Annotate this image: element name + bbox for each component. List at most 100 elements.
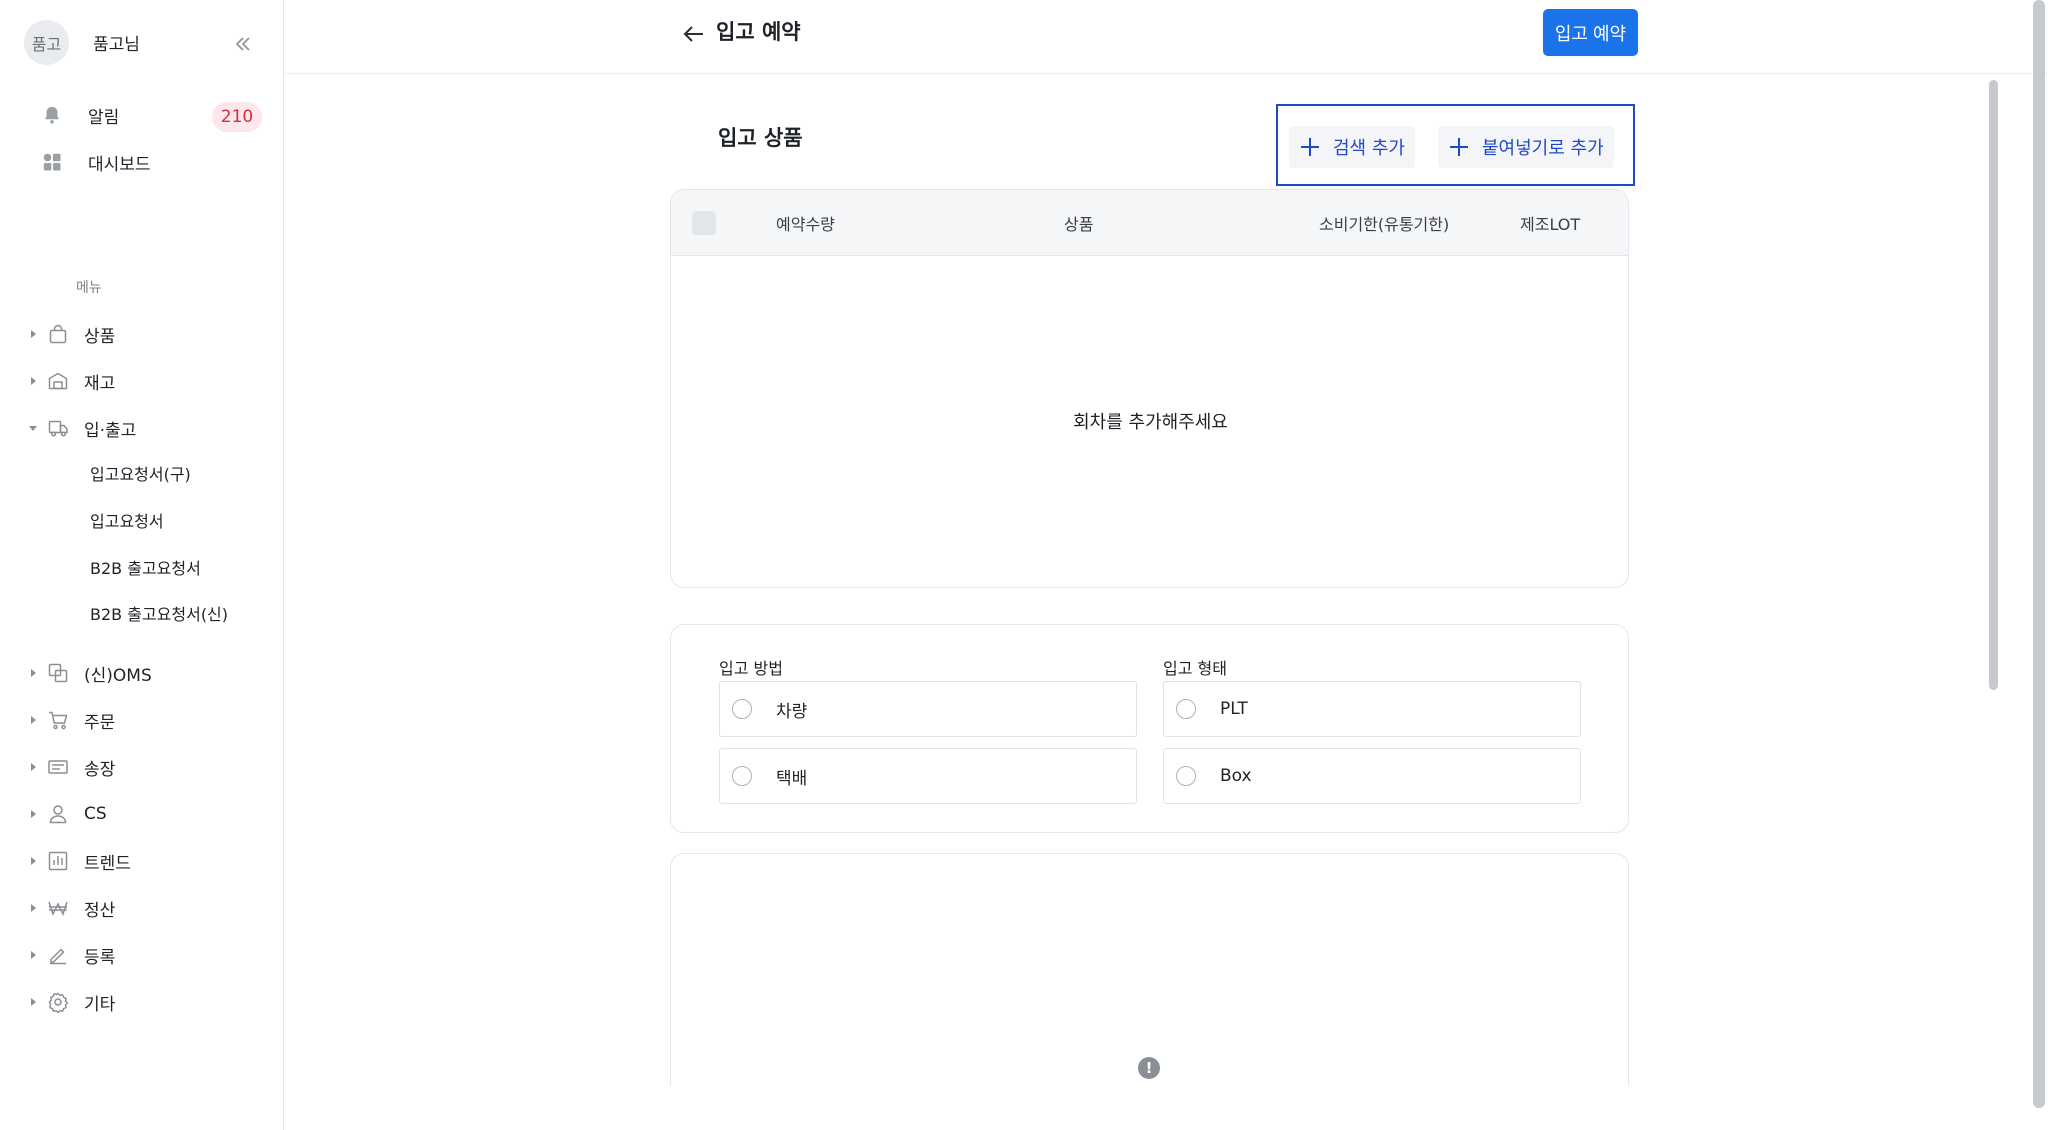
person-icon: [44, 800, 72, 828]
window-scrollbar[interactable]: [2033, 0, 2045, 1108]
method-option-vehicle[interactable]: 차량: [719, 681, 1137, 737]
type-option-plt[interactable]: PLT: [1163, 681, 1581, 737]
sidebar-item-products[interactable]: 상품: [26, 319, 115, 349]
sidebar-item-label: 알림: [88, 107, 120, 128]
sidebar-item-register[interactable]: 등록: [26, 940, 115, 970]
search-add-button[interactable]: 검색 추가: [1289, 126, 1415, 168]
empty-state-message: 회차를 추가해주세요: [1073, 412, 1228, 433]
sidebar-item-label: 대시보드: [88, 154, 151, 175]
content-scrollbar[interactable]: [1989, 80, 1998, 690]
plus-icon: [1301, 138, 1319, 156]
column-header-product: 상품: [1064, 215, 1094, 234]
caret-right-icon: [26, 807, 40, 821]
sidebar-item-orders[interactable]: 주문: [26, 705, 115, 735]
search-add-label: 검색 추가: [1333, 138, 1405, 159]
back-arrow-icon[interactable]: [680, 20, 708, 48]
sidebar-item-invoice[interactable]: 송장: [26, 752, 115, 782]
app-root: 품고 품고님 알림 210 대시보드 메뉴 상품 재고 입·출고 입고요청서(구…: [0, 0, 2048, 1130]
won-icon: [44, 894, 72, 922]
sidebar-item-label: 기타: [84, 994, 116, 1015]
method-option-parcel[interactable]: 택배: [719, 748, 1137, 804]
caret-right-icon: [26, 374, 40, 388]
table-header: 예약수량 상품 소비기한(유통기한) 제조LOT: [671, 190, 1628, 256]
paste-add-button[interactable]: 붙여넣기로 추가: [1438, 126, 1614, 168]
sidebar-item-oms[interactable]: (신)OMS: [26, 658, 152, 688]
select-all-checkbox[interactable]: [692, 211, 716, 235]
column-header-quantity: 예약수량: [776, 215, 835, 234]
inbound-options-card: 입고 방법 차량 택배 입고 형태 PLT Box: [670, 624, 1629, 833]
sidebar-subitem-b2b-outbound-request-new[interactable]: B2B 출고요청서(신): [90, 602, 228, 628]
sidebar-item-label: 등록: [84, 947, 116, 968]
bell-icon: [38, 101, 66, 129]
sidebar-item-cs[interactable]: CS: [26, 799, 107, 829]
radio-button[interactable]: [732, 766, 752, 786]
sidebar-item-inventory[interactable]: 재고: [26, 366, 115, 396]
option-label: PLT: [1220, 699, 1248, 719]
radio-button[interactable]: [1176, 699, 1196, 719]
add-buttons-group: 검색 추가 붙여넣기로 추가: [1276, 104, 1635, 186]
notification-count-badge: 210: [212, 102, 262, 132]
sidebar-item-dashboard[interactable]: 대시보드: [38, 147, 151, 177]
header-divider: [284, 73, 2048, 74]
caret-right-icon: [26, 327, 40, 341]
radio-button[interactable]: [732, 699, 752, 719]
sidebar: 품고 품고님 알림 210 대시보드 메뉴 상품 재고 입·출고 입고요청서(구…: [0, 0, 284, 1130]
warehouse-icon: [44, 367, 72, 395]
caret-right-icon: [26, 854, 40, 868]
bar-chart-icon: [44, 847, 72, 875]
caret-right-icon: [26, 760, 40, 774]
sidebar-item-settlement[interactable]: 정산: [26, 893, 115, 923]
bag-icon: [44, 320, 72, 348]
option-label: Box: [1220, 766, 1252, 786]
sidebar-item-label: 송장: [84, 759, 116, 780]
column-header-expiry: 소비기한(유통기한): [1319, 215, 1450, 234]
dashboard-icon: [38, 148, 66, 176]
paste-add-label: 붙여넣기로 추가: [1482, 138, 1604, 159]
type-option-box[interactable]: Box: [1163, 748, 1581, 804]
inbound-type-label: 입고 형태: [1163, 659, 1227, 678]
sidebar-item-label: 주문: [84, 712, 116, 733]
menu-heading: 메뉴: [76, 280, 102, 296]
collapse-sidebar-icon[interactable]: [232, 33, 254, 55]
sidebar-item-label: 상품: [84, 326, 116, 347]
sidebar-subitem-inbound-request[interactable]: 입고요청서: [90, 509, 164, 535]
page-title: 입고 예약: [716, 20, 801, 44]
caret-down-icon: [26, 421, 40, 435]
exclamation-icon: !: [1138, 1057, 1160, 1079]
option-label: 차량: [776, 701, 808, 722]
sidebar-item-label: 입·출고: [84, 420, 137, 441]
caret-right-icon: [26, 901, 40, 915]
user-profile[interactable]: 품고 품고님: [24, 20, 140, 65]
sidebar-item-label: (신)OMS: [84, 665, 152, 686]
sidebar-item-inbound-outbound[interactable]: 입·출고: [26, 413, 136, 443]
radio-button[interactable]: [1176, 766, 1196, 786]
truck-icon: [44, 414, 72, 442]
pencil-icon: [44, 941, 72, 969]
user-name: 품고님: [93, 35, 140, 55]
inbound-method-label: 입고 방법: [719, 659, 783, 678]
reserve-inbound-button[interactable]: 입고 예약: [1543, 9, 1638, 56]
sidebar-subitem-b2b-outbound-request[interactable]: B2B 출고요청서: [90, 556, 201, 582]
oms-icon: [44, 659, 72, 687]
option-label: 택배: [776, 768, 808, 789]
sidebar-item-label: 재고: [84, 373, 116, 394]
sidebar-item-label: 정산: [84, 900, 116, 921]
caret-right-icon: [26, 995, 40, 1009]
gear-icon: [44, 988, 72, 1016]
sidebar-item-etc[interactable]: 기타: [26, 987, 115, 1017]
cart-icon: [44, 706, 72, 734]
invoice-icon: [44, 753, 72, 781]
sidebar-item-label: 트렌드: [84, 853, 131, 874]
sidebar-item-notifications[interactable]: 알림: [38, 100, 119, 130]
sidebar-item-label: CS: [84, 804, 107, 824]
column-header-lot: 제조LOT: [1520, 215, 1581, 234]
sidebar-item-trends[interactable]: 트렌드: [26, 846, 131, 876]
caret-right-icon: [26, 948, 40, 962]
section-title-products: 입고 상품: [718, 126, 803, 150]
page-bottom-area: [284, 1086, 2048, 1130]
sidebar-subitem-inbound-request-old[interactable]: 입고요청서(구): [90, 462, 191, 488]
plus-icon: [1450, 138, 1468, 156]
avatar: 품고: [24, 20, 69, 65]
products-table: 예약수량 상품 소비기한(유통기한) 제조LOT 회차를 추가해주세요: [670, 189, 1629, 588]
caret-right-icon: [26, 713, 40, 727]
